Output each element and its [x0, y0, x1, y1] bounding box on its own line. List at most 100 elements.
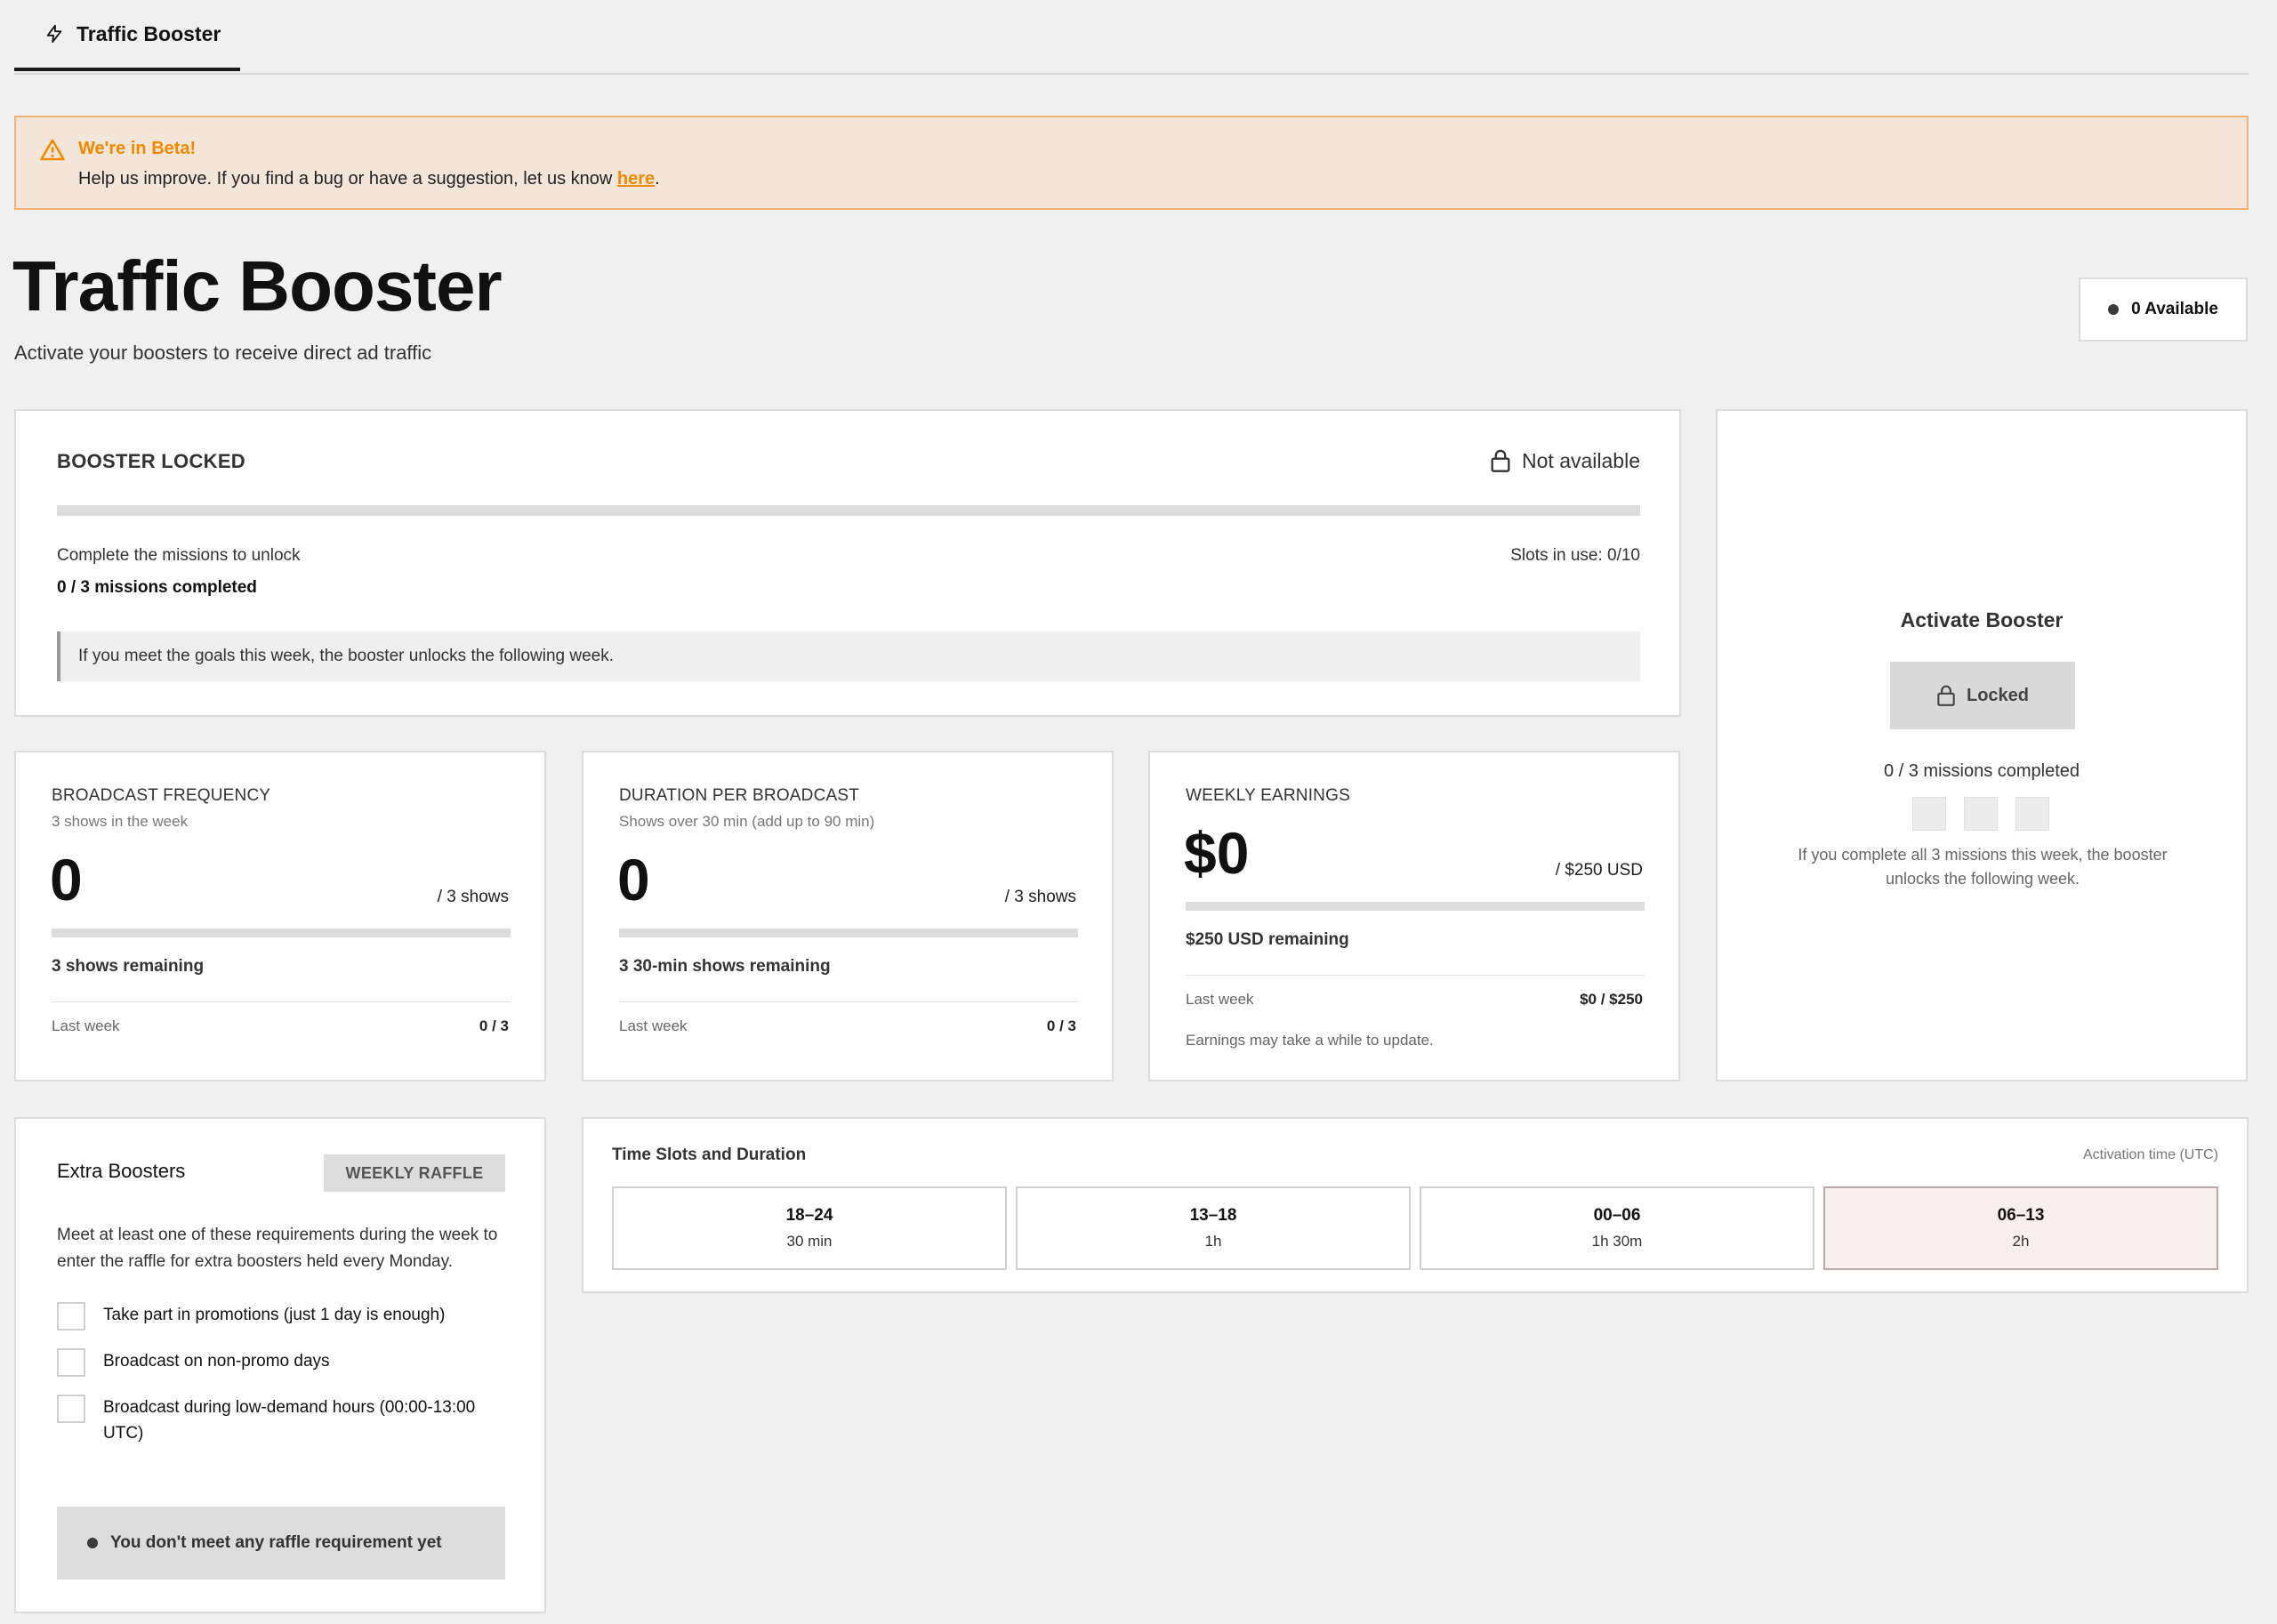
- extra-boosters-card: Extra Boosters WEEKLY RAFFLE Meet at lea…: [14, 1117, 546, 1613]
- stat-title: BROADCAST FREQUENCY: [52, 786, 271, 805]
- last-week-value: 0 / 3: [1046, 1017, 1076, 1034]
- availability-text: Not available: [1522, 448, 1640, 472]
- lock-icon: [1491, 449, 1510, 472]
- activation-time-label: Activation time (UTC): [2082, 1147, 2218, 1162]
- last-week-label: Last week: [619, 1017, 688, 1034]
- divider: [1186, 975, 1645, 976]
- mission-indicator: [1964, 797, 1998, 831]
- stat-value: 0: [617, 847, 650, 912]
- banner-text: Help us improve. If you find a bug or ha…: [78, 169, 660, 189]
- extra-boosters-title: Extra Boosters: [57, 1160, 186, 1182]
- earnings-footnote: Earnings may take a while to update.: [1186, 1032, 1434, 1049]
- weekly-raffle-badge: WEEKLY RAFFLE: [324, 1154, 505, 1192]
- status-dot-icon: [2108, 304, 2120, 315]
- requirement-label: Take part in promotions (just 1 day is e…: [103, 1306, 446, 1324]
- missions-completed: 0 / 3 missions completed: [57, 578, 257, 597]
- slot-range: 18–24: [785, 1206, 833, 1225]
- unlock-note: If you meet the goals this week, the boo…: [57, 631, 1640, 681]
- stat-title: WEEKLY EARNINGS: [1186, 786, 1350, 805]
- banner-text-after: .: [655, 169, 660, 189]
- available-badge: 0 Available: [2079, 277, 2248, 342]
- stat-remaining: 3 30-min shows remaining: [619, 957, 831, 976]
- requirement-checkbox[interactable]: [57, 1302, 85, 1331]
- slot-duration: 2h: [2012, 1233, 2030, 1250]
- raffle-requirement: Broadcast during low-demand hours (00:00…: [57, 1395, 503, 1446]
- stat-target: / 3 shows: [437, 888, 509, 906]
- activate-locked-button[interactable]: Locked: [1890, 662, 2075, 729]
- time-slot-list: 18–24 30 min 13–18 1h 00–06 1h 30m 06–13…: [612, 1186, 2218, 1270]
- time-slot[interactable]: 13–18 1h: [1016, 1186, 1411, 1270]
- page-title: Traffic Booster: [12, 246, 503, 326]
- activate-title: Activate Booster: [1900, 608, 2064, 631]
- last-week-label: Last week: [52, 1017, 120, 1034]
- stat-progress-bar: [52, 929, 511, 937]
- time-slots-card: Time Slots and Duration Activation time …: [582, 1117, 2249, 1293]
- slot-duration: 1h 30m: [1591, 1233, 1643, 1250]
- mission-indicator: [1912, 797, 1946, 831]
- slot-duration: 1h: [1204, 1233, 1222, 1250]
- banner-link[interactable]: here: [617, 169, 655, 189]
- time-slot[interactable]: 00–06 1h 30m: [1420, 1186, 1814, 1270]
- broadcast-frequency-card: BROADCAST FREQUENCY 3 shows in the week …: [14, 751, 546, 1081]
- stat-remaining: 3 shows remaining: [52, 957, 205, 976]
- time-slots-title: Time Slots and Duration: [612, 1146, 807, 1164]
- booster-availability: Not available: [1490, 448, 1640, 473]
- booster-status-card: BOOSTER LOCKED Not available Complete th…: [14, 409, 1681, 717]
- mission-indicator: [2016, 797, 2049, 831]
- slot-range: 06–13: [1997, 1206, 2045, 1225]
- time-slot[interactable]: 18–24 30 min: [612, 1186, 1007, 1270]
- slots-in-use: Slots in use: 0/10: [1510, 546, 1640, 565]
- booster-status-title: BOOSTER LOCKED: [57, 450, 245, 472]
- activate-note: If you complete all 3 missions this week…: [1798, 846, 2168, 888]
- last-week-value: $0 / $250: [1580, 991, 1643, 1008]
- missions-progress-bar: [57, 505, 1640, 516]
- mission-indicators: [1912, 797, 2049, 831]
- raffle-requirement: Broadcast on non-promo days: [57, 1348, 503, 1377]
- available-count: 0 Available: [2131, 300, 2218, 318]
- lightning-icon: [46, 24, 62, 44]
- stat-remaining: $250 USD remaining: [1186, 930, 1349, 949]
- time-slot-selected[interactable]: 06–13 2h: [1823, 1186, 2218, 1270]
- extra-boosters-description: Meet at least one of these requirements …: [57, 1226, 498, 1271]
- requirement-checkbox[interactable]: [57, 1395, 85, 1423]
- duration-per-broadcast-card: DURATION PER BROADCAST Shows over 30 min…: [582, 751, 1114, 1081]
- page: Traffic Booster We're in Beta! Help us i…: [0, 0, 2277, 1624]
- divider: [619, 1001, 1078, 1002]
- stat-subtitle: 3 shows in the week: [52, 813, 189, 830]
- slot-duration: 30 min: [786, 1233, 833, 1250]
- page-subtitle: Activate your boosters to receive direct…: [14, 342, 432, 364]
- stat-title: DURATION PER BROADCAST: [619, 786, 860, 805]
- slot-range: 00–06: [1593, 1206, 1641, 1225]
- divider: [52, 1001, 511, 1002]
- tab-traffic-booster[interactable]: Traffic Booster: [14, 0, 240, 71]
- beta-banner: We're in Beta! Help us improve. If you f…: [14, 116, 2249, 210]
- warning-icon: [40, 139, 65, 161]
- last-week-value: 0 / 3: [479, 1017, 509, 1034]
- status-dot-icon: [87, 1538, 98, 1548]
- slot-range: 13–18: [1189, 1206, 1237, 1225]
- requirement-label: Broadcast on non-promo days: [103, 1352, 330, 1371]
- requirement-label: Broadcast during low-demand hours (00:00…: [103, 1398, 476, 1443]
- tab-label: Traffic Booster: [76, 21, 221, 45]
- activate-missions-count: 0 / 3 missions completed: [1883, 761, 2080, 781]
- stat-progress-bar: [619, 929, 1078, 937]
- activate-booster-card: Activate Booster Locked 0 / 3 missions c…: [1716, 409, 2248, 1081]
- raffle-status: You don't meet any raffle requirement ye…: [57, 1507, 505, 1580]
- stat-target: / $250 USD: [1555, 861, 1643, 880]
- raffle-requirement: Take part in promotions (just 1 day is e…: [57, 1302, 503, 1331]
- stat-progress-bar: [1186, 902, 1645, 911]
- unlock-instructions: Complete the missions to unlock: [57, 546, 301, 565]
- requirement-checkbox[interactable]: [57, 1348, 85, 1377]
- banner-text-before: Help us improve. If you find a bug or ha…: [78, 169, 617, 189]
- activate-button-label: Locked: [1966, 685, 2030, 705]
- banner-title: We're in Beta!: [78, 139, 197, 158]
- last-week-label: Last week: [1186, 991, 1254, 1008]
- tab-bar: Traffic Booster: [14, 0, 2249, 75]
- raffle-status-text: You don't meet any raffle requirement ye…: [110, 1533, 442, 1552]
- stat-subtitle: Shows over 30 min (add up to 90 min): [619, 813, 875, 830]
- stat-value: 0: [50, 847, 83, 912]
- weekly-earnings-card: WEEKLY EARNINGS $0 / $250 USD $250 USD r…: [1148, 751, 1680, 1081]
- lock-icon: [1937, 685, 1955, 706]
- stat-target: / 3 shows: [1004, 888, 1076, 906]
- stat-value: $0: [1184, 820, 1250, 886]
